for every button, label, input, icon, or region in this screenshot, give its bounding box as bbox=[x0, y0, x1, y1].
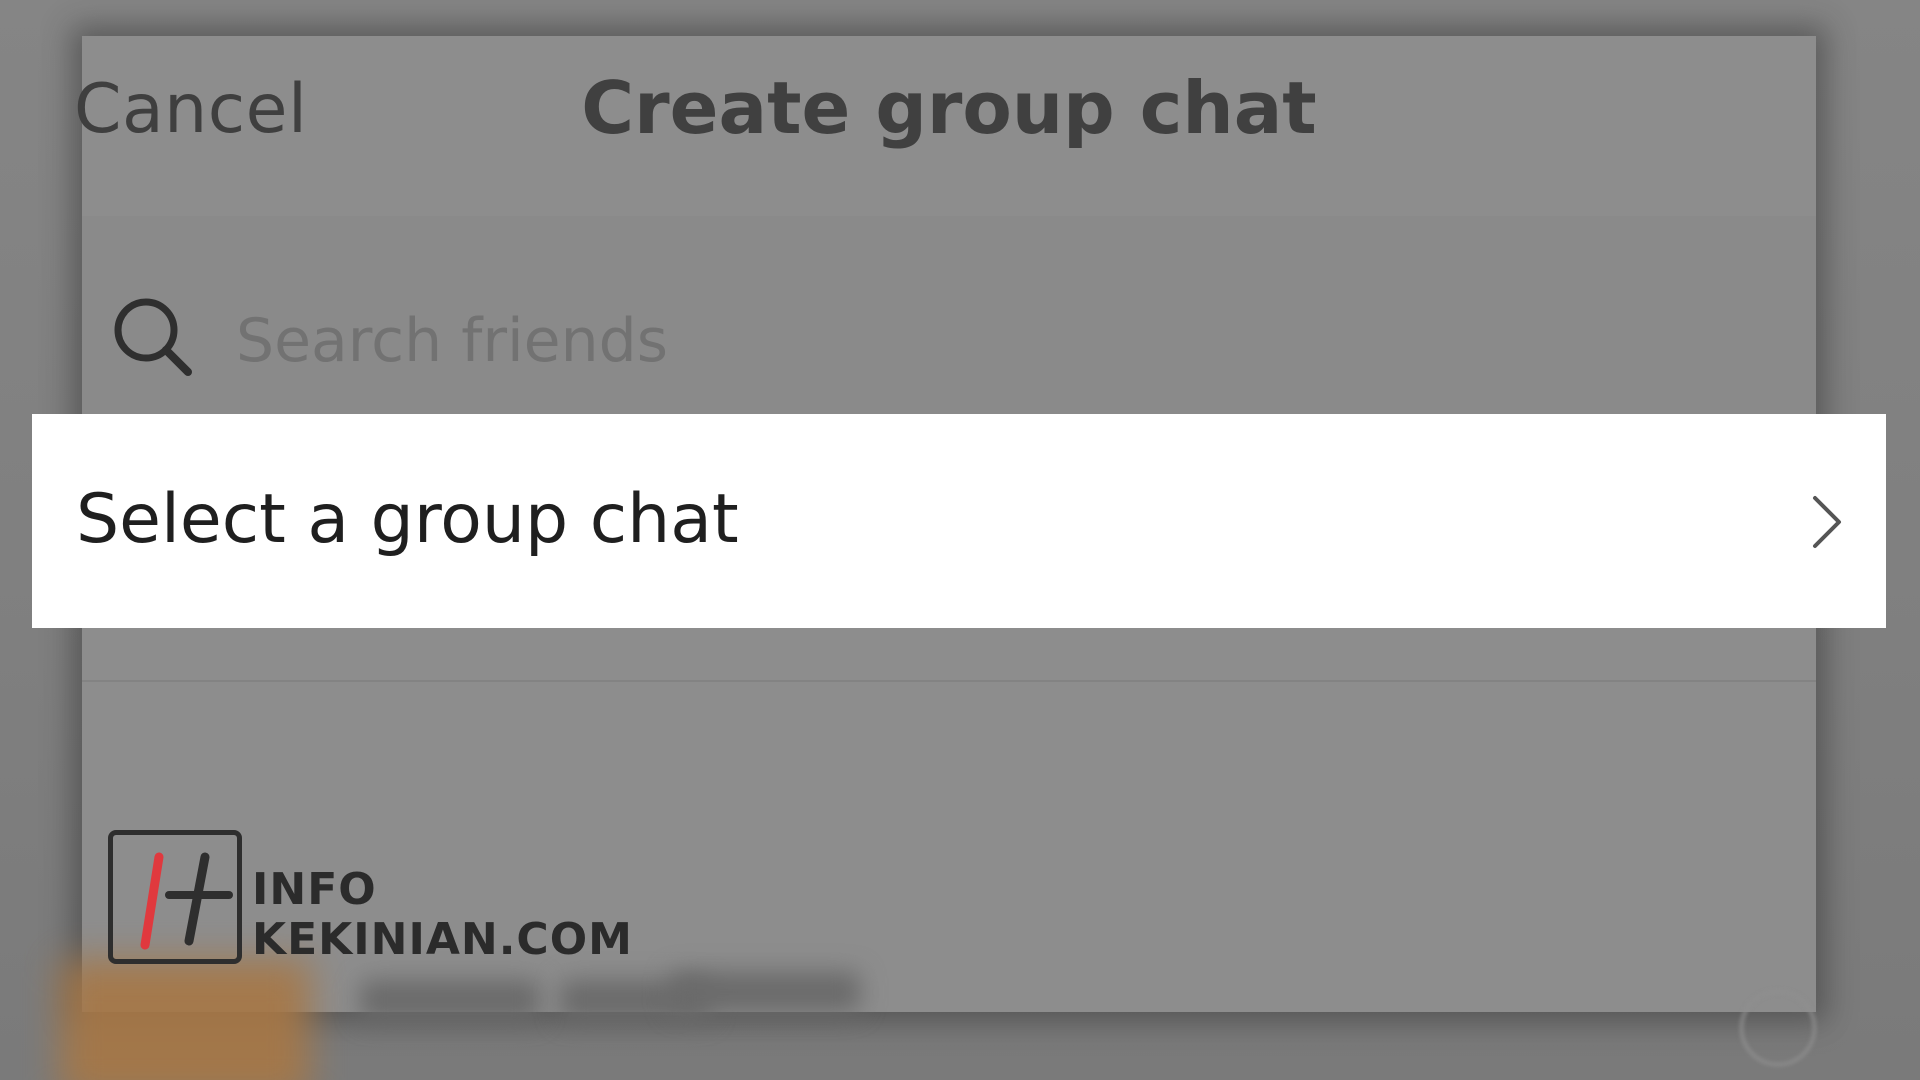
search-icon bbox=[114, 298, 192, 376]
watermark-text-line1: INFO bbox=[252, 864, 377, 915]
chevron-right-icon bbox=[1813, 496, 1841, 548]
watermark-text-line2: KEKINIAN.COM bbox=[252, 914, 633, 965]
blurred-text bbox=[360, 980, 540, 1020]
watermark-logo-glyph bbox=[140, 852, 233, 950]
search-input[interactable] bbox=[234, 290, 1638, 392]
blurred-radio bbox=[1740, 990, 1816, 1066]
search-bar bbox=[82, 216, 1816, 416]
watermark-logo-icon bbox=[108, 830, 242, 964]
watermark-logo: INFO KEKINIAN.COM bbox=[108, 830, 632, 970]
row-label: Select a group chat bbox=[76, 480, 739, 559]
sheet-header: Cancel Create group chat bbox=[74, 36, 1816, 216]
blurred-avatar bbox=[60, 960, 310, 1080]
blurred-text bbox=[670, 972, 860, 1012]
page-title: Create group chat bbox=[581, 66, 1317, 150]
divider bbox=[82, 680, 1816, 682]
select-group-chat-row[interactable]: Select a group chat bbox=[32, 414, 1886, 628]
